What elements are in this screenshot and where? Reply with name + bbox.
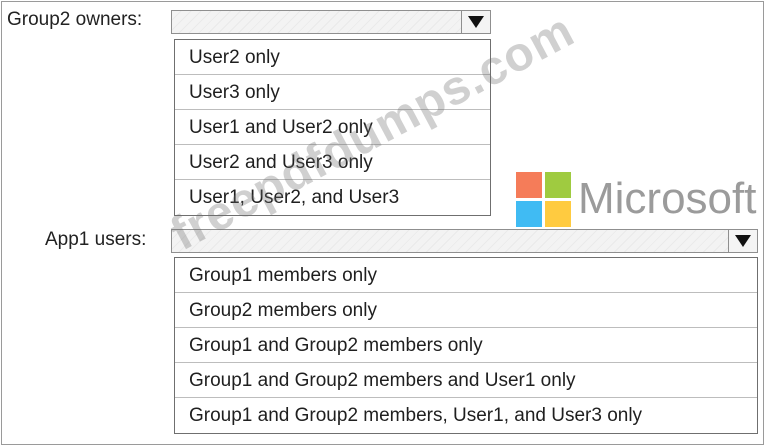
group2-owners-option[interactable]: User2 and User3 only	[175, 145, 490, 180]
logo-blue-square	[516, 201, 542, 227]
logo-red-square	[516, 172, 542, 198]
group2-owners-dropdown-toggle[interactable]	[461, 11, 490, 33]
app1-users-option[interactable]: Group2 members only	[175, 293, 757, 328]
logo-green-square	[545, 172, 571, 198]
group2-owners-label: Group2 owners:	[7, 9, 143, 30]
app1-users-option[interactable]: Group1 and Group2 members only	[175, 328, 757, 363]
microsoft-wordmark: Microsoft	[578, 174, 757, 223]
logo-yellow-square	[545, 201, 571, 227]
group2-owners-options-list: User2 only User3 only User1 and User2 on…	[174, 39, 491, 216]
group2-owners-dropdown[interactable]	[171, 10, 491, 34]
app1-users-option[interactable]: Group1 members only	[175, 258, 757, 293]
caret-down-icon	[468, 16, 484, 28]
app1-users-option[interactable]: Group1 and Group2 members and User1 only	[175, 363, 757, 398]
app1-users-options-list: Group1 members only Group2 members only …	[174, 257, 758, 434]
group2-owners-option[interactable]: User2 only	[175, 40, 490, 75]
caret-down-icon	[735, 235, 751, 247]
app1-users-dropdown[interactable]	[171, 229, 758, 253]
microsoft-logo-icon	[516, 172, 572, 228]
app1-users-label: App1 users:	[45, 229, 147, 250]
group2-owners-option[interactable]: User1, User2, and User3	[175, 180, 490, 215]
group2-owners-option[interactable]: User1 and User2 only	[175, 110, 490, 145]
app1-users-option[interactable]: Group1 and Group2 members, User1, and Us…	[175, 398, 757, 433]
group2-owners-option[interactable]: User3 only	[175, 75, 490, 110]
app1-users-dropdown-toggle[interactable]	[728, 230, 757, 252]
